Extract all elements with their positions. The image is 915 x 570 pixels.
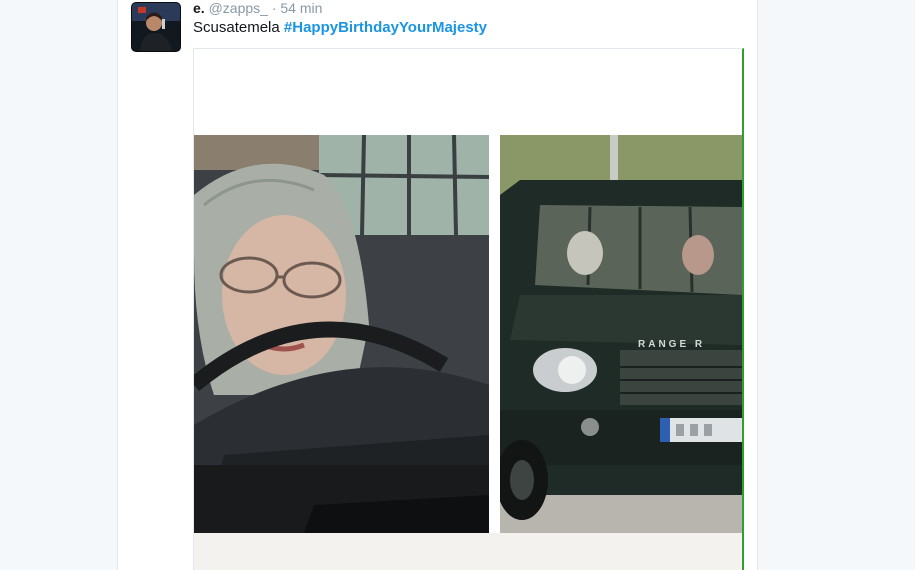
- photo-driver: [194, 135, 489, 533]
- tweet-timestamp[interactable]: 54 min: [280, 0, 322, 16]
- tweet-text: Scusatemela #HappyBirthdayYourMajesty: [193, 19, 487, 37]
- author-name[interactable]: e.: [193, 0, 205, 16]
- tweet-header: e. @zapps_ · 54 min: [193, 0, 322, 17]
- tweet-media[interactable]: RANGE R: [193, 48, 744, 570]
- avatar[interactable]: [131, 2, 181, 52]
- grille-badge: RANGE R: [638, 339, 705, 350]
- author-handle[interactable]: @zapps_: [209, 0, 268, 16]
- hashtag-link[interactable]: #HappyBirthdayYourMajesty: [284, 19, 487, 36]
- time-separator: ·: [271, 0, 277, 16]
- media-bottom-strip: [194, 533, 742, 570]
- tweet-body-text: Scusatemela: [193, 19, 280, 36]
- photo-car: RANGE R: [500, 135, 742, 533]
- avatar-image: [132, 3, 180, 51]
